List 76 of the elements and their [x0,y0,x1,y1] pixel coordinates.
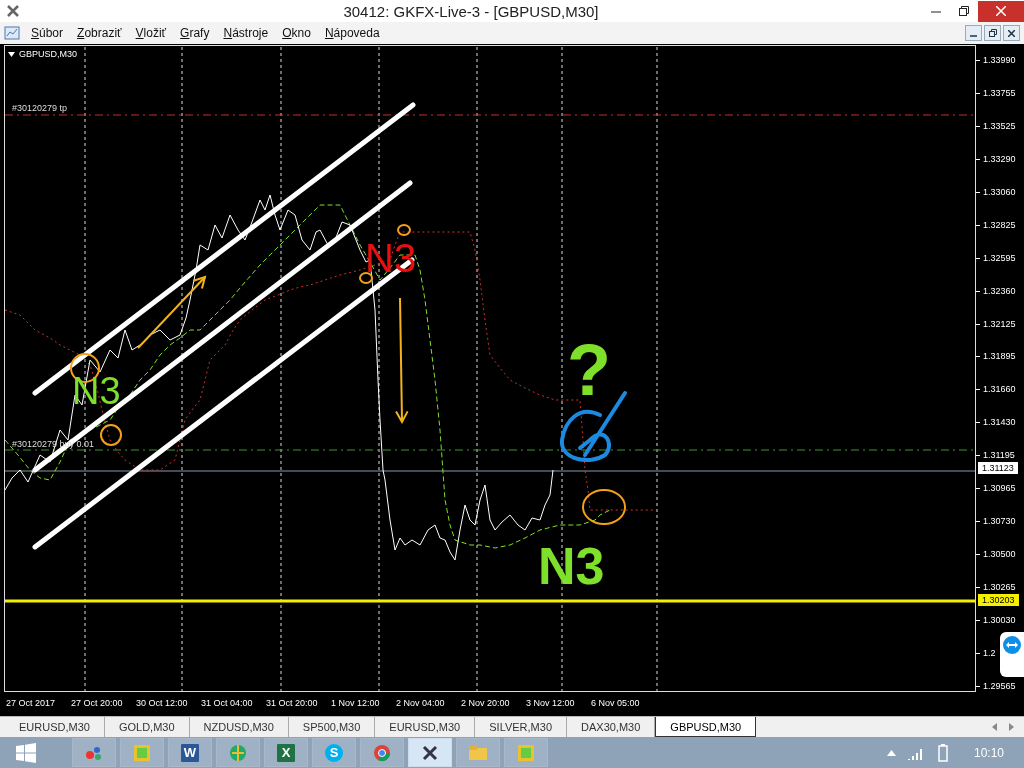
time-axis-label: 2 Nov 04:00 [396,698,446,708]
taskbar-button[interactable]: X [264,738,308,767]
price-axis-label: 1.30030 [976,613,1024,626]
price-axis-label: 1.30730 [976,515,1024,528]
taskbar-button[interactable] [408,738,452,767]
price-axis-label: 1.30265 [976,581,1024,593]
chevron-up-icon[interactable] [886,749,896,756]
close-button[interactable] [1003,25,1020,41]
price-axis-label: 1.31660 [976,383,1024,396]
time-axis-label: 27 Oct 20:00 [71,698,124,708]
picture-icon [517,743,535,762]
cross-icon [421,743,439,762]
circle-mark [582,489,626,525]
menu-item[interactable]: Grafy [173,26,217,40]
price-axis-label: 1.32825 [976,218,1024,231]
menu-item[interactable]: Vložiť [128,26,174,40]
chart-tab[interactable]: GBPUSD,M30 [655,717,757,737]
restore-icon [959,6,969,16]
time-axis-label: 6 Nov 05:00 [591,698,641,708]
restore-icon [988,29,997,37]
window-title: 30412: GKFX-Live-3 - [GBPUSD,M30] [342,2,600,20]
price-marker: 1.31123 [978,462,1018,474]
price-axis-label: 1.32360 [976,284,1024,297]
time-axis-label: 1 Nov 12:00 [331,698,381,708]
price-axis-label: 1.29565 [976,679,1024,692]
menu-item[interactable]: Okno [275,26,318,40]
menu-item[interactable]: Zobraziť [70,26,129,40]
browser-icon [373,743,391,762]
symbol-text: GBPUSD,M30 [19,49,78,59]
time-axis-label: 27 Oct 2017 [6,698,57,708]
menu-item[interactable]: Nápoveda [317,26,387,40]
battery-icon[interactable] [935,743,950,762]
caret-icon [8,51,15,57]
picture-icon [133,743,151,762]
close-icon [1008,29,1015,37]
time-axis-label: 30 Oct 12:00 [136,698,189,708]
remote-widget[interactable] [1000,632,1024,677]
chart-window-icon [4,25,20,41]
scroll-left-icon[interactable] [992,723,997,731]
menu-item[interactable]: Nástroje [216,26,276,40]
chart-annotation: ? [567,334,611,406]
price-axis-label: 1.31895 [976,350,1024,363]
time-axis-label: 3 Nov 12:00 [526,698,576,708]
price-axis-label: 1.31195 [976,449,1024,462]
price-axis-label: 1.32595 [976,251,1024,264]
circle-mark [397,224,411,236]
menu-item[interactable]: Súbor [24,26,71,40]
time-axis-label: 31 Oct 04:00 [201,698,254,708]
chart-annotation: N3 [538,540,605,592]
windows-icon [16,742,36,763]
price-axis-label: 1.33525 [976,119,1024,132]
price-axis-label: 1.33990 [976,54,1024,66]
circle-mark [100,424,122,446]
restore-button[interactable] [984,25,1001,41]
clock: 10:10 [973,745,1004,760]
app-letter-icon: S [325,743,343,762]
price-axis-label: 1.31430 [976,416,1024,429]
price-axis-label: 1.30500 [976,548,1024,561]
time-axis-label: 2 Nov 20:00 [461,698,511,708]
order-label: #30120279 tp [12,103,68,113]
price-axis-label: 1.32125 [976,317,1024,330]
close-button[interactable] [978,0,1024,22]
price-axis-label: 1.30965 [976,482,1024,495]
price-axis-label: 1.33060 [976,185,1024,198]
time-axis-label: 31 Oct 20:00 [266,698,319,708]
price-marker: 1.30203 [978,594,1019,606]
app-letter-icon: W [181,743,199,762]
minimize-button[interactable] [965,25,982,41]
app-icon [6,4,20,18]
price-axis-label: 1.33755 [976,86,1024,99]
price-axis-label: 1.33290 [976,152,1024,165]
folder-icon [468,744,488,761]
taskbar-button[interactable]: W [168,738,212,767]
scroll-right-icon[interactable] [1009,723,1014,731]
close-icon [996,6,1006,16]
app-letter-icon: X [277,743,295,762]
